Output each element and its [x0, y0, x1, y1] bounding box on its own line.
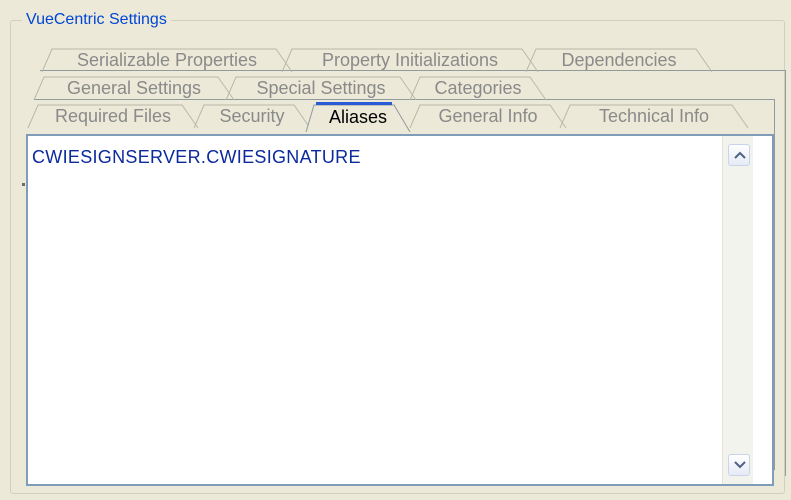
tab-label: General Settings: [66, 78, 202, 98]
tab-categories[interactable]: Categories: [409, 76, 547, 101]
tab-label: Property Initializations: [321, 50, 499, 70]
tab-dependencies[interactable]: Dependencies: [525, 48, 713, 73]
tab-aliases[interactable]: Aliases: [305, 102, 411, 133]
alias-list-item[interactable]: CWIESIGNSERVER.CWIESIGNATURE: [32, 147, 361, 168]
tab-label: Technical Info: [598, 106, 710, 126]
vertical-scrollbar[interactable]: [722, 136, 753, 484]
tab-security[interactable]: Security: [193, 104, 311, 129]
tab-label: Security: [219, 106, 285, 126]
scroll-down-button[interactable]: [728, 454, 750, 476]
tab-label: Aliases: [328, 107, 388, 127]
tab-label: Dependencies: [561, 50, 677, 70]
aliases-listbox[interactable]: [26, 134, 774, 486]
tab-label: Special Settings: [256, 78, 386, 98]
chevron-down-icon: [734, 461, 746, 469]
chevron-up-icon: [734, 151, 746, 159]
tab-general-settings[interactable]: General Settings: [33, 76, 235, 101]
separator-mark: [22, 183, 25, 186]
tab-label: Categories: [434, 78, 522, 98]
tab-technical-info[interactable]: Technical Info: [559, 104, 749, 129]
tab-required-files[interactable]: Required Files: [27, 104, 199, 129]
tab-label: Required Files: [54, 106, 172, 126]
tab-special-settings[interactable]: Special Settings: [225, 76, 417, 101]
tab-serializable-properties[interactable]: Serializable Properties: [41, 48, 293, 73]
tab-general-info[interactable]: General Info: [409, 104, 567, 129]
tab-label: General Info: [438, 106, 538, 126]
scroll-up-button[interactable]: [728, 144, 750, 166]
group-title: VueCentric Settings: [22, 10, 171, 30]
tab-label: Serializable Properties: [76, 50, 258, 70]
tab-property-initializations[interactable]: Property Initializations: [281, 48, 539, 73]
